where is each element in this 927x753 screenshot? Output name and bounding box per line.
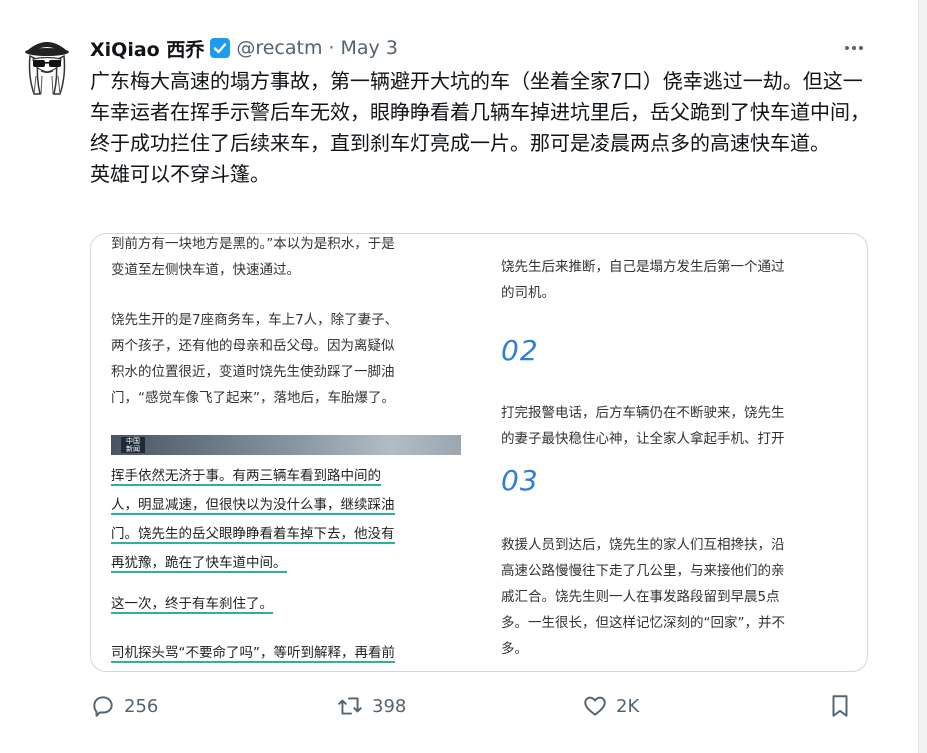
news-logo: 中国 新闻: [121, 437, 145, 453]
article-paragraph: 饶先生开的是7座商务车，车上7人，除了妻子、 两个孩子，还有他的母亲和岳父母。因…: [111, 312, 399, 406]
tweet-text-paragraph: 英雄可以不穿斗篷。: [90, 162, 270, 186]
heart-icon: [584, 696, 606, 716]
more-dots-icon[interactable]: [842, 38, 866, 58]
retweet-icon: [338, 697, 362, 715]
like-button[interactable]: 2K: [582, 690, 639, 722]
tweet-header: XiQiao 西乔 @recatm · May 3: [90, 34, 398, 62]
tweet-date[interactable]: May 3: [341, 37, 398, 59]
media-image[interactable]: 到前方有一块地方是黑的。”本以为是积水，于是 变道至左侧快车道，快速通过。 饶先…: [90, 233, 868, 672]
avatar[interactable]: [22, 36, 72, 98]
highlighted-line: 门。饶先生的岳父眼睁睁看着车掉下去，他没有: [111, 526, 395, 544]
article-paragraph: 饶先生后来推断，自己是塌方发生后第一个通过 的司机。: [501, 259, 785, 301]
tweet-actions: 256 398 2K: [90, 690, 860, 722]
highlighted-line: 再犹豫，跪在了快车道中间。: [111, 555, 287, 573]
reply-icon: [93, 696, 113, 717]
retweet-count: 398: [372, 695, 407, 717]
reply-button[interactable]: 256: [90, 690, 158, 722]
tweet-text-paragraph: 广东梅大高速的塌方事故，第一辆避开大坑的车（坐着全家7口）侥幸逃过一劫。但这一车…: [90, 69, 870, 155]
separator-dot: ·: [328, 37, 335, 59]
verified-badge-icon[interactable]: [210, 38, 231, 58]
bookmark-icon: [832, 695, 848, 717]
section-number: 03: [501, 464, 539, 497]
article-paragraph: 救援人员到达后，饶先生的家人们互相搀扶，沿 高速公路慢慢往下走了几公里，与来接他…: [501, 537, 785, 657]
section-number: 02: [501, 334, 539, 367]
highlighted-line: 司机探头骂“不要命了吗”，等听到解释，再看前: [111, 645, 395, 663]
article-column-left: 到前方有一块地方是黑的。”本以为是积水，于是 变道至左侧快车道，快速通过。 饶先…: [111, 234, 461, 671]
highlighted-line: 这一次，终于有车刹住了。: [111, 596, 273, 614]
news-photo-strip: 中国 新闻: [111, 435, 461, 455]
bookmark-button[interactable]: [828, 690, 852, 722]
article-paragraph: 打完报警电话，后方车辆仍在不断驶来，饶先生 的妻子最快稳住心神，让全家人拿起手机…: [501, 405, 785, 447]
article-paragraph: 到前方有一块地方是黑的。”本以为是积水，于是 变道至左侧快车道，快速通过。: [111, 236, 395, 278]
author-name[interactable]: XiQiao 西乔: [90, 35, 204, 62]
reply-count: 256: [124, 695, 159, 717]
author-handle[interactable]: @recatm: [236, 37, 322, 59]
article-column-right: 饶先生后来推断，自己是塌方发生后第一个通过 的司机。 02 打完报警电话，后方车…: [501, 234, 856, 671]
like-count: 2K: [616, 695, 640, 717]
highlighted-line: 人，明显减速，但很快以为没什么事，继续踩油: [111, 497, 395, 515]
scrollbar-track[interactable]: [918, 0, 927, 753]
tweet-text: 广东梅大高速的塌方事故，第一辆避开大坑的车（坐着全家7口）侥幸逃过一劫。但这一车…: [90, 66, 870, 190]
retweet-button[interactable]: 398: [336, 690, 406, 722]
highlighted-line: 挥手依然无济于事。有两三辆车看到路中间的: [111, 468, 381, 486]
avatar-illustration: [25, 42, 69, 95]
